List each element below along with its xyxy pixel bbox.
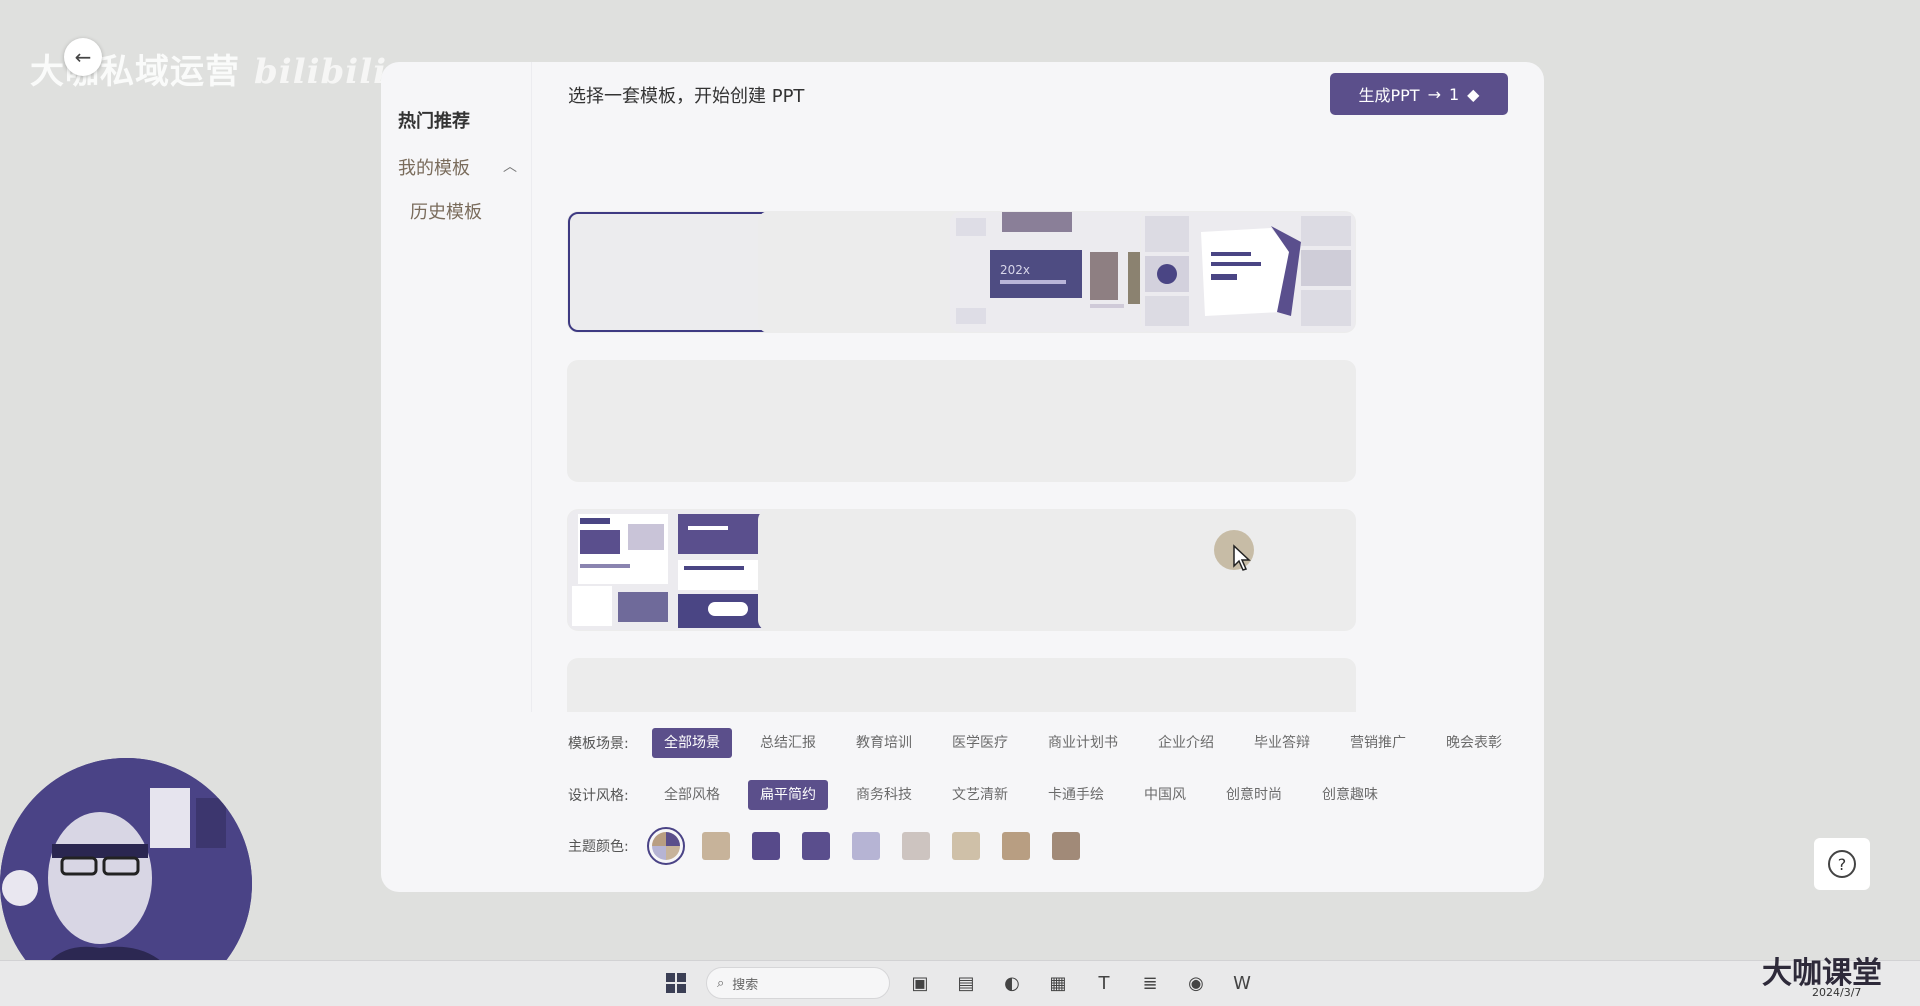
cursor-arrow-icon (1233, 544, 1251, 571)
color-swatch[interactable] (952, 832, 980, 860)
color-filter-row: 主题颜色: (568, 827, 1102, 865)
color-swatch[interactable] (852, 832, 880, 860)
color-swatch[interactable] (902, 832, 930, 860)
generate-count: 1 (1448, 84, 1460, 104)
scene-chip[interactable]: 全部场景 (652, 728, 732, 758)
template-dialog: 热门推荐 我的模板 ︿ 历史模板 选择一套模板，开始创建 PPT 生成PPT →… (381, 62, 1544, 892)
scene-chip[interactable]: 总结汇报 (748, 728, 828, 758)
template-card[interactable] (950, 510, 1164, 630)
template-card[interactable] (950, 361, 1164, 481)
chevron-up-icon[interactable]: ︿ (503, 156, 517, 176)
diamond-icon: ◆ (1467, 84, 1480, 104)
scene-chip[interactable]: 教育培训 (844, 728, 924, 758)
help-button[interactable]: ? (1814, 838, 1870, 890)
style-chip[interactable]: 创意趣味 (1310, 780, 1390, 810)
widgets-icon[interactable]: ▣ (904, 967, 936, 999)
dialog-header: 选择一套模板，开始创建 PPT 生成PPT → 1 ◆ (531, 62, 1544, 124)
notes-icon[interactable]: ≣ (1134, 967, 1166, 999)
generate-ppt-button[interactable]: 生成PPT → 1 ◆ (1330, 73, 1508, 115)
sidebar-item-mine[interactable]: 我的模板 (398, 154, 470, 180)
taskbar-icons: ⌕ 搜索 ▣ ▤ ◐ ▦ T ≣ ◉ W (660, 967, 1258, 999)
style-chip[interactable]: 卡通手绘 (1036, 780, 1116, 810)
wps-icon[interactable]: W (1226, 967, 1258, 999)
mouse-cursor (1214, 530, 1254, 571)
taskbar: ⌕ 搜索 ▣ ▤ ◐ ▦ T ≣ ◉ W (0, 960, 1920, 1006)
search-placeholder: 搜索 (732, 977, 759, 993)
style-chip[interactable]: 创意时尚 (1214, 780, 1294, 810)
chrome-icon[interactable]: ◉ (1180, 967, 1212, 999)
template-grid: 202x (531, 124, 1544, 774)
template-card[interactable]: 202x (950, 212, 1164, 332)
style-chip[interactable]: 文艺清新 (940, 780, 1020, 810)
color-swatch-all[interactable] (647, 827, 685, 865)
color-swatch[interactable] (752, 832, 780, 860)
sidebar-item-history[interactable]: 历史模板 (410, 198, 482, 224)
template-thumbnail (1141, 212, 1355, 332)
page-title: 选择一套模板，开始创建 PPT (568, 86, 805, 107)
template-card[interactable] (759, 361, 973, 481)
search-icon: ⌕ (717, 975, 725, 991)
help-icon: ? (1828, 850, 1856, 878)
template-card[interactable] (1141, 212, 1355, 332)
watermark-text: 大咖私域运营 (30, 52, 240, 92)
typora-icon[interactable]: T (1088, 967, 1120, 999)
generate-label: 生成PPT (1358, 86, 1420, 105)
scene-chip[interactable]: 医学医疗 (940, 728, 1020, 758)
watermark-site: bilibili (254, 52, 388, 92)
arrow-left-icon: ← (74, 45, 92, 69)
scene-chip[interactable]: 毕业答辩 (1242, 728, 1322, 758)
scene-chip[interactable]: 晚会表彰 (1434, 728, 1514, 758)
color-filter-label: 主题颜色: (568, 839, 629, 855)
folder-icon[interactable]: ▤ (950, 967, 982, 999)
scene-filter-label: 模板场景: (568, 736, 629, 752)
svg-text:202x: 202x (1000, 263, 1030, 277)
style-filter-row: 设计风格: 全部风格 扁平简约 商务科技 文艺清新 卡通手绘 中国风 创意时尚 … (568, 780, 1406, 810)
start-icon[interactable] (660, 967, 692, 999)
color-swatch[interactable] (702, 832, 730, 860)
style-chip[interactable]: 扁平简约 (748, 780, 828, 810)
style-filter-label: 设计风格: (568, 788, 629, 804)
scene-filter-row: 模板场景: 全部场景 总结汇报 教育培训 医学医疗 商业计划书 企业介绍 毕业答… (568, 728, 1530, 758)
store-icon[interactable]: ▦ (1042, 967, 1074, 999)
template-card[interactable] (759, 510, 973, 630)
sidebar-item-hot[interactable]: 热门推荐 (398, 107, 470, 133)
scene-chip[interactable]: 企业介绍 (1146, 728, 1226, 758)
template-card[interactable] (568, 510, 782, 630)
color-swatch[interactable] (1052, 832, 1080, 860)
template-card[interactable] (759, 212, 973, 332)
taskbar-search[interactable]: ⌕ 搜索 (706, 967, 890, 999)
color-swatch[interactable] (802, 832, 830, 860)
filter-panel: 模板场景: 全部场景 总结汇报 教育培训 医学医疗 商业计划书 企业介绍 毕业答… (531, 712, 1544, 892)
style-chip[interactable]: 全部风格 (652, 780, 732, 810)
template-card[interactable] (568, 212, 782, 332)
template-card[interactable] (1141, 361, 1355, 481)
back-button[interactable]: ← (64, 38, 102, 76)
edge-icon[interactable]: ◐ (996, 967, 1028, 999)
arrow-right-icon: → (1427, 84, 1441, 104)
style-chip[interactable]: 商务科技 (844, 780, 924, 810)
template-thumbnail: 202x (950, 212, 1164, 332)
color-swatch[interactable] (1002, 832, 1030, 860)
template-thumbnail (568, 510, 782, 630)
style-chip[interactable]: 中国风 (1132, 780, 1198, 810)
scene-chip[interactable]: 营销推广 (1338, 728, 1418, 758)
template-card[interactable] (568, 361, 782, 481)
scene-chip[interactable]: 商业计划书 (1036, 728, 1130, 758)
sidebar: 热门推荐 我的模板 ︿ 历史模板 (381, 62, 531, 892)
channel-date: 2024/3/7 (1812, 986, 1862, 999)
